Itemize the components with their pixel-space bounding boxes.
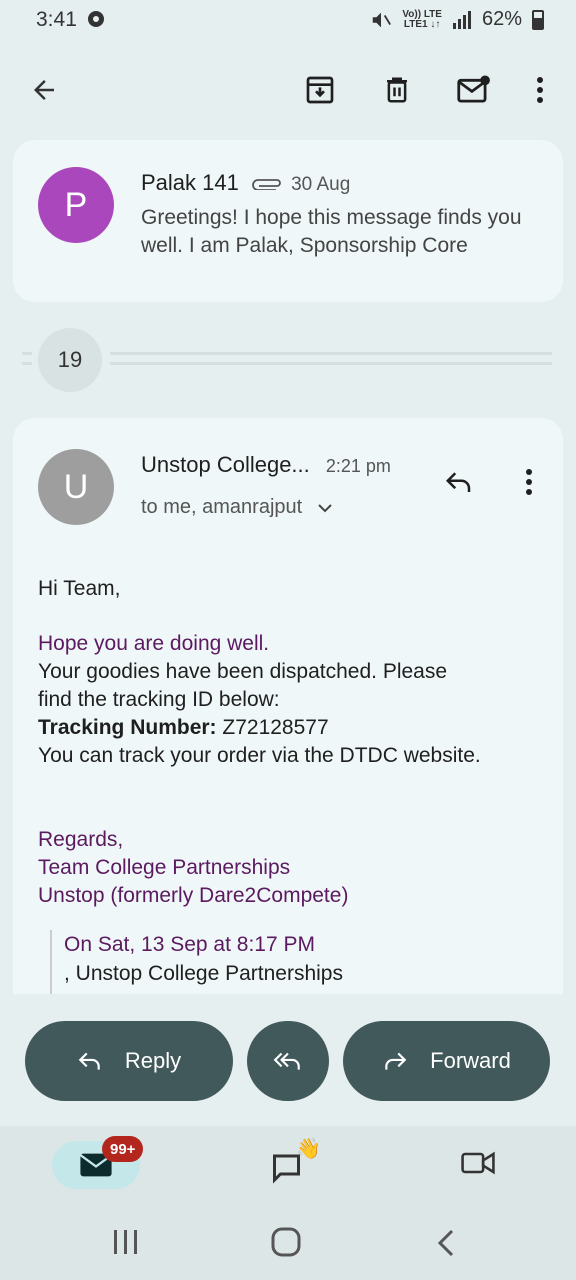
hidden-messages-divider[interactable]: 19: [0, 326, 576, 392]
signature-line: Regards,: [38, 828, 124, 851]
greeting: Hi Team,: [38, 577, 121, 600]
recipients-text: to me, amanrajput: [141, 496, 303, 518]
reply-icon: [78, 1052, 100, 1070]
body-line: You can track your order via the DTDC we…: [38, 744, 481, 767]
divider-line: [110, 352, 552, 355]
recent-apps-button[interactable]: [110, 1228, 146, 1258]
message-snippet: Greetings! I hope this message finds you…: [141, 206, 522, 257]
reply-button[interactable]: Reply: [25, 1021, 233, 1101]
mark-unread-button[interactable]: [448, 64, 500, 116]
reply-all-icon: [273, 1052, 300, 1070]
archive-icon: [306, 76, 334, 104]
message-sender: Palak 141 30 Aug: [141, 170, 350, 196]
forward-button[interactable]: Forward: [343, 1021, 550, 1101]
divider-tick: [22, 352, 32, 355]
message-date: 30 Aug: [291, 174, 351, 195]
recipients-toggle[interactable]: to me, amanrajput: [141, 496, 332, 519]
battery-icon: [532, 9, 544, 30]
reply-icon-button[interactable]: [433, 456, 485, 508]
status-bar: 3:41 Vo)) LTE LTE1 ↓↑ 62%: [0, 0, 576, 40]
sender-name: Palak 141: [141, 170, 239, 195]
back-nav-button[interactable]: [434, 1228, 464, 1258]
message-sender: Unstop College... 2:21 pm: [141, 452, 391, 478]
reply-all-button[interactable]: [247, 1021, 329, 1101]
collapsed-message-card[interactable]: P Palak 141 30 Aug Greetings! I hope thi…: [13, 140, 563, 302]
body-line: Hope you are doing well.: [38, 632, 270, 655]
body-line: Your goodies have been dispatched. Pleas…: [38, 660, 448, 683]
tracking-label: Tracking Number:: [38, 716, 217, 739]
divider-tick: [22, 362, 32, 365]
video-camera-icon: [461, 1151, 495, 1175]
wave-emoji-icon: 👋: [296, 1138, 321, 1160]
quote-line: , Unstop College Partnerships: [64, 962, 343, 985]
back-button[interactable]: [18, 64, 70, 116]
nav-meet[interactable]: [460, 1148, 500, 1184]
avatar: U: [38, 449, 114, 525]
forward-icon: [385, 1052, 407, 1070]
more-vert-icon: [526, 469, 532, 495]
more-options-button[interactable]: [514, 64, 566, 116]
quote-header: On Sat, 13 Sep at 8:17 PM: [64, 933, 315, 956]
battery-percent: 62%: [481, 8, 522, 30]
attachment-icon: [252, 179, 281, 191]
sender-name: Unstop College...: [141, 452, 310, 477]
hidden-messages-count[interactable]: 19: [38, 328, 102, 392]
status-time: 3:41: [36, 8, 77, 31]
message-more-button[interactable]: [503, 456, 555, 508]
avatar: P: [38, 167, 114, 243]
tracking-line: Tracking Number: Z72128577: [38, 714, 329, 742]
notification-icon: [88, 11, 104, 27]
tracking-number: Z72128577: [222, 716, 329, 739]
back-arrow-icon: [34, 80, 54, 100]
bottom-nav: 99+ 👋: [0, 1126, 576, 1206]
message-time: 2:21 pm: [325, 456, 391, 476]
quoted-text: On Sat, 13 Sep at 8:17 PM , Unstop Colle…: [50, 930, 550, 994]
mute-icon: [373, 12, 392, 27]
forward-label: Forward: [430, 1048, 511, 1073]
home-icon: [271, 1227, 301, 1257]
recent-apps-icon: [114, 1230, 137, 1254]
body-line: find the tracking ID below:: [38, 688, 280, 711]
more-vert-icon: [537, 77, 543, 103]
unread-badge: 99+: [102, 1136, 144, 1162]
delete-button[interactable]: [371, 64, 423, 116]
reply-label: Reply: [124, 1048, 182, 1073]
nav-chat[interactable]: 👋: [268, 1136, 328, 1192]
system-nav: [0, 1206, 576, 1280]
mark-unread-icon: [457, 75, 490, 103]
divider-line: [110, 362, 552, 365]
chevron-left-icon: [437, 1229, 454, 1257]
chevron-down-icon: [318, 504, 332, 513]
network-label: Vo)) LTE LTE1 ↓↑: [402, 8, 442, 30]
home-button[interactable]: [270, 1226, 306, 1260]
signal-icon: [452, 10, 471, 29]
signature-line: Team College Partnerships: [38, 856, 291, 879]
toolbar: [0, 52, 576, 128]
reply-icon: [445, 472, 471, 492]
status-indicators: Vo)) LTE LTE1 ↓↑ 62%: [370, 8, 544, 31]
signature-line: Unstop (formerly Dare2Compete): [38, 884, 349, 907]
archive-button[interactable]: [294, 64, 346, 116]
trash-icon: [387, 77, 407, 103]
